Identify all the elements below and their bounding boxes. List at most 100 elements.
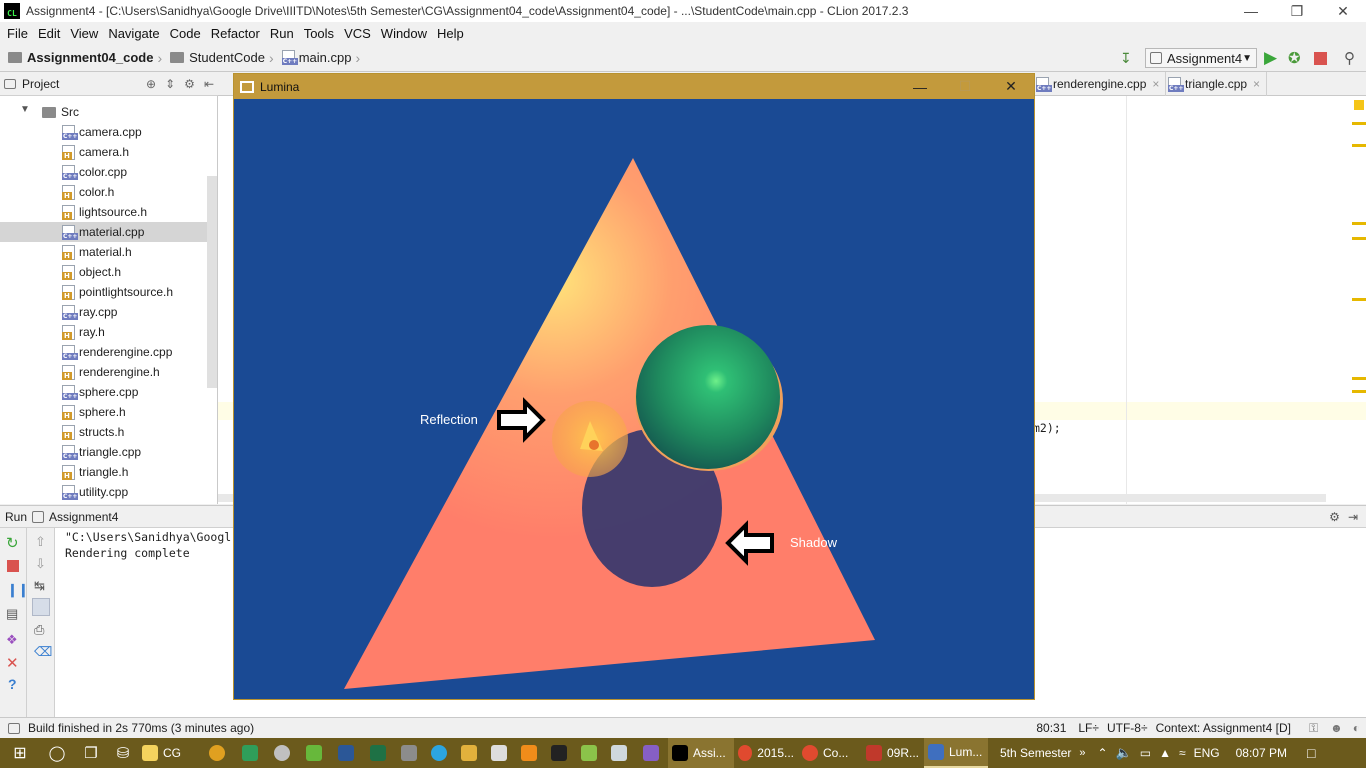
lumina-maximize-button[interactable]: ☐ (942, 74, 988, 99)
utorrent-icon[interactable] (298, 738, 330, 768)
lumina-window[interactable]: Lumina — ☐ ✕ Reflection Shadow (233, 73, 1035, 700)
taskbar-item-chrome-1[interactable]: 2015... (734, 738, 798, 768)
resolve-context[interactable]: Context: Assignment4 [D] (1156, 721, 1291, 735)
wifi-icon[interactable]: ≈ (1175, 738, 1190, 768)
word-icon[interactable] (330, 738, 362, 768)
tree-file-item[interactable]: material.cpp (62, 222, 144, 242)
caret-position[interactable]: 80:31 (1036, 721, 1066, 735)
android-icon[interactable] (574, 738, 604, 768)
lumina-title-bar[interactable]: Lumina — ☐ ✕ (234, 74, 1034, 99)
tree-file-item[interactable]: ray.h (62, 322, 105, 342)
search-icon[interactable]: ◯ (40, 738, 74, 768)
tree-file-item[interactable]: lightsource.h (62, 202, 147, 222)
terminal-icon[interactable] (544, 738, 574, 768)
menu-navigate[interactable]: Navigate (103, 26, 164, 41)
menu-refactor[interactable]: Refactor (206, 26, 265, 41)
file-encoding[interactable]: UTF-8÷ (1107, 721, 1148, 735)
restore-button[interactable]: ❐ (1274, 0, 1320, 22)
vcs-update-icon[interactable]: ↧ (1120, 50, 1132, 67)
tree-file-item[interactable]: camera.cpp (62, 122, 142, 142)
telegram-icon[interactable] (424, 738, 454, 768)
excel-icon[interactable] (362, 738, 394, 768)
tree-file-item[interactable]: camera.h (62, 142, 129, 162)
menu-vcs[interactable]: VCS (339, 26, 376, 41)
scroll-to-end-icon[interactable] (32, 598, 50, 616)
visual-studio-icon[interactable] (634, 738, 668, 768)
tree-file-item[interactable]: color.h (62, 182, 114, 202)
tree-file-item[interactable]: sphere.cpp (62, 382, 138, 402)
app-icon[interactable] (484, 738, 514, 768)
menu-view[interactable]: View (65, 26, 103, 41)
print-icon[interactable]: ⎙ (34, 622, 44, 638)
down-arrow-icon[interactable]: ⇩ (35, 556, 46, 572)
minimize-button[interactable]: — (1228, 0, 1274, 22)
taskbar-item-cg[interactable]: CG (138, 738, 200, 768)
tree-file-item[interactable]: color.cpp (62, 162, 127, 182)
debug-icon[interactable]: ✪ (1288, 49, 1301, 67)
menu-run[interactable]: Run (265, 26, 299, 41)
run-icon[interactable]: ▶ (1264, 48, 1277, 68)
menu-code[interactable]: Code (165, 26, 206, 41)
tree-file-item[interactable]: utility.cpp (62, 482, 128, 502)
close-tab-icon[interactable]: × (1253, 77, 1260, 91)
layout-icon[interactable]: ▤ (6, 606, 18, 622)
run-tab-label[interactable]: Run (5, 510, 27, 524)
gear-icon[interactable]: ⚙ (1329, 510, 1340, 524)
event-log-icon[interactable]: ◐ (1353, 721, 1360, 735)
volume-icon[interactable]: 🔈 (1112, 738, 1136, 768)
chevron-up-icon[interactable]: ⌃ (1094, 738, 1112, 768)
wrap-icon[interactable]: ↹ (34, 578, 45, 594)
tree-file-item[interactable]: material.h (62, 242, 132, 262)
drive-icon[interactable] (234, 738, 266, 768)
run-configuration-select[interactable]: Assignment4 ▼ (1145, 48, 1257, 68)
lumina-minimize-button[interactable]: — (897, 74, 943, 99)
tree-file-item[interactable]: object.h (62, 262, 121, 282)
breadcrumb-project[interactable]: Assignment04_code › (0, 50, 166, 66)
hide-icon[interactable]: ⇥ (1348, 510, 1358, 524)
help-icon[interactable]: ? (8, 676, 17, 692)
tab-triangle[interactable]: triangle.cpp × (1162, 72, 1268, 96)
app-icon[interactable] (454, 738, 484, 768)
lock-icon[interactable]: ⚿ (1309, 721, 1318, 736)
chrome-icon[interactable] (200, 738, 234, 768)
clock[interactable]: 08:07 PM (1232, 738, 1291, 768)
battery-icon[interactable]: ▭ (1136, 738, 1155, 768)
notifications-icon[interactable]: □ (1303, 738, 1319, 768)
stop-icon[interactable] (7, 560, 19, 572)
tree-file-item[interactable]: sphere.h (62, 402, 126, 422)
line-separator[interactable]: LF÷ (1078, 721, 1099, 735)
lumina-close-button[interactable]: ✕ (988, 74, 1034, 99)
start-button[interactable]: ⊞ (0, 738, 40, 768)
breadcrumb-file[interactable]: main.cpp› (278, 50, 364, 66)
close-tab-icon[interactable]: × (1152, 77, 1159, 91)
tree-file-item[interactable]: structs.h (62, 422, 124, 442)
taskbar-item-clion[interactable]: Assi... (668, 738, 734, 768)
close-button[interactable]: ✕ (1320, 0, 1366, 22)
up-arrow-icon[interactable]: ⇧ (35, 534, 46, 550)
language-indicator[interactable]: ENG (1190, 738, 1224, 768)
app-icon[interactable] (394, 738, 424, 768)
tree-file-item[interactable]: triangle.h (62, 462, 128, 482)
drive-tray-icon[interactable]: ▲ (1155, 738, 1175, 768)
tree-file-item[interactable]: pointlightsource.h (62, 282, 173, 302)
run-config-label[interactable]: Assignment4 (49, 510, 118, 524)
tree-file-item[interactable]: renderengine.h (62, 362, 160, 382)
menu-help[interactable]: Help (432, 26, 469, 41)
sublime-icon[interactable] (514, 738, 544, 768)
tree-file-item[interactable]: triangle.cpp (62, 442, 141, 462)
pin-icon[interactable]: ❖ (6, 632, 18, 648)
stop-icon[interactable] (1314, 52, 1327, 65)
taskbar-item-chrome-2[interactable]: Co... (798, 738, 862, 768)
trash-icon[interactable]: ⌫ (34, 644, 52, 660)
virtualbox-icon[interactable] (604, 738, 634, 768)
app-icon[interactable] (266, 738, 298, 768)
menu-window[interactable]: Window (376, 26, 432, 41)
task-view-icon[interactable]: ❐ (74, 738, 108, 768)
menu-edit[interactable]: Edit (33, 26, 65, 41)
pause-icon[interactable]: ❙❙ (7, 582, 29, 598)
store-icon[interactable]: ⛁ (108, 738, 138, 768)
toolbar-folder-label[interactable]: 5th Semester (996, 738, 1075, 768)
scrollbar-thumb[interactable] (207, 176, 217, 388)
inspector-icon[interactable]: ☻ (1330, 721, 1343, 735)
tree-file-item[interactable]: renderengine.cpp (62, 342, 172, 362)
